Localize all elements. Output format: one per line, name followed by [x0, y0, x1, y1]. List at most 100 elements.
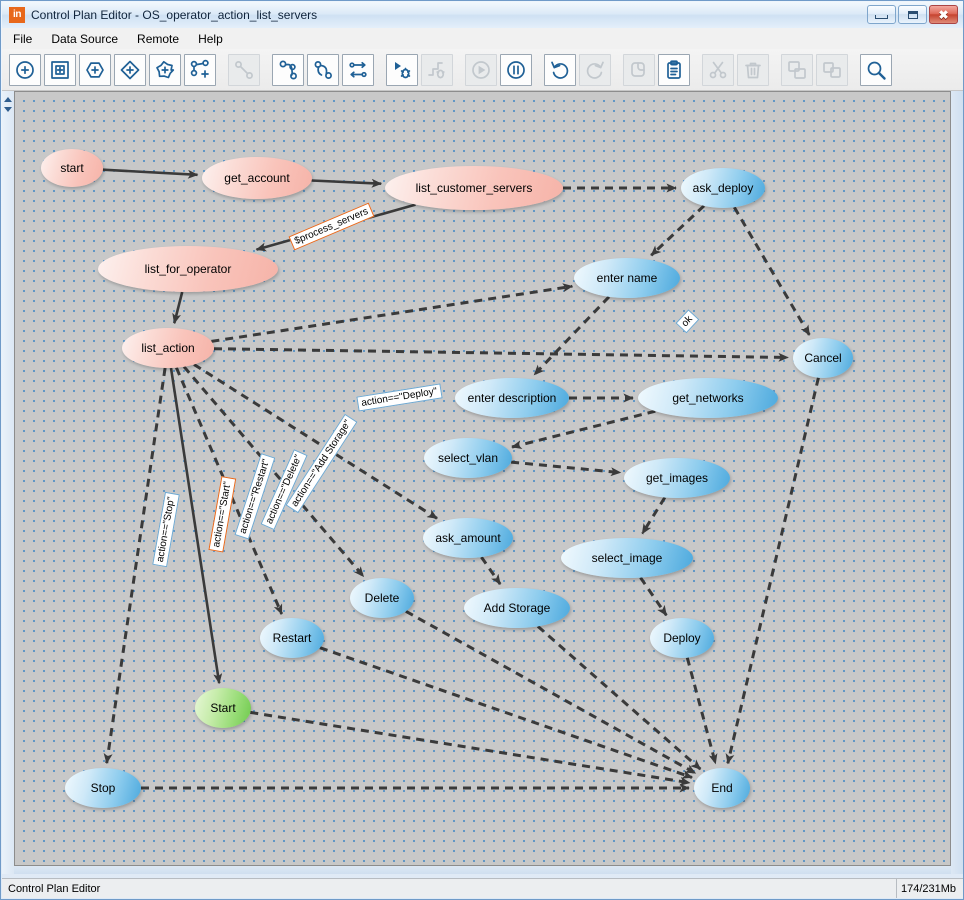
maximize-button[interactable]	[898, 5, 927, 24]
graph-node-get-account[interactable]: get_account	[202, 157, 312, 199]
graph-node-ask-amount[interactable]: ask_amount	[423, 518, 513, 558]
node-label: list_customer_servers	[415, 181, 533, 195]
graph-node-start[interactable]: start	[41, 149, 103, 187]
node-label: list_action	[141, 341, 195, 355]
graph-edge-list-for-operator-to-list-action[interactable]	[172, 291, 184, 325]
rail-collapse-handle[interactable]	[3, 95, 12, 125]
hexagon-plus-icon	[84, 59, 106, 81]
pause-button[interactable]	[500, 53, 532, 86]
close-button[interactable]: ✖	[929, 5, 958, 24]
play-button	[465, 53, 497, 86]
graph-edge-deploy-to-end[interactable]	[685, 657, 718, 765]
minimize-icon	[875, 15, 888, 19]
chevron-up-icon	[4, 97, 12, 102]
add-diamond-node-button[interactable]	[114, 53, 146, 86]
copy-icon	[628, 59, 650, 81]
graph-node-delete[interactable]: Delete	[350, 578, 414, 618]
graph-node-restart[interactable]: Restart	[260, 618, 324, 658]
node-label: Start	[210, 701, 236, 715]
undo-button[interactable]	[544, 53, 576, 86]
graph-node-get-images[interactable]: get_images	[624, 458, 730, 498]
graph-node-select-image[interactable]: select_image	[561, 538, 693, 578]
node-label: ask_amount	[435, 531, 501, 545]
run-debug-button[interactable]	[386, 53, 418, 86]
node-label: ask_deploy	[692, 181, 754, 195]
node-label: Restart	[272, 631, 312, 645]
graph-node-end[interactable]: End	[694, 768, 750, 808]
graph-edge-cancel-to-end[interactable]	[725, 377, 820, 765]
graph-node-enter-name[interactable]: enter name	[574, 258, 680, 298]
control-plan-graph: start get_account list_customer_serverslis…	[15, 92, 950, 865]
run-bug-icon	[391, 59, 413, 81]
graph-edge-ask-deploy-to-cancel[interactable]	[733, 206, 811, 336]
node-label: get_account	[224, 171, 290, 185]
graph-node-start-node[interactable]: Start	[195, 688, 251, 728]
add-curved-edge-button[interactable]	[307, 53, 339, 86]
add-cloud-node-button[interactable]	[149, 53, 181, 86]
group-button	[781, 53, 813, 86]
menu-item-data-source[interactable]: Data Source	[43, 30, 126, 48]
graph-edge-list-action-to-cancel[interactable]	[213, 347, 789, 362]
node-label: start	[60, 161, 84, 175]
toolbar-separator	[219, 54, 228, 86]
graph-edge-get-images-to-select-image[interactable]	[641, 496, 667, 535]
circle-plus-icon	[14, 59, 36, 81]
window-title: Control Plan Editor - OS_operator_action…	[31, 8, 318, 22]
trash-icon	[742, 59, 764, 81]
graph-edge-select-vlan-to-get-images[interactable]	[510, 460, 622, 477]
graph-node-list-action[interactable]: list_action	[122, 328, 214, 368]
toolbar-separator	[614, 54, 623, 86]
menu-item-help[interactable]: Help	[190, 30, 231, 48]
window-controls: ✖	[867, 5, 958, 24]
editor-canvas-area: start get_account list_customer_serverslis…	[2, 91, 963, 874]
paste-button[interactable]	[658, 53, 690, 86]
swap-direction-button[interactable]	[342, 53, 374, 86]
status-bar: Control Plan Editor 174/231Mb	[2, 878, 963, 898]
minimize-button[interactable]	[867, 5, 896, 24]
redo-button	[579, 53, 611, 86]
graph-node-list-for-operator[interactable]: list_for_operator	[98, 246, 278, 292]
graph-edge-ask-amount-to-add-storage[interactable]	[480, 556, 502, 585]
node-label: list_for_operator	[144, 262, 232, 276]
edge-icon	[233, 59, 255, 81]
node-label: select_image	[591, 551, 663, 565]
toolbar-separator	[851, 54, 860, 86]
graph-node-enter-description[interactable]: enter description	[455, 378, 569, 418]
title-bar[interactable]: in Control Plan Editor - OS_operator_act…	[2, 2, 963, 28]
step-debug-button	[421, 53, 453, 86]
add-hexagon-node-button[interactable]	[79, 53, 111, 86]
add-subgraph-button[interactable]	[184, 53, 216, 86]
step-bug-icon	[426, 59, 448, 81]
graph-node-cancel[interactable]: Cancel	[793, 338, 853, 378]
menu-item-remote[interactable]: Remote	[129, 30, 187, 48]
graph-node-list-customer-servers[interactable]: list_customer_servers	[385, 166, 563, 210]
graph-edge-enter-name-to-enter-description[interactable]	[533, 295, 611, 376]
delete-button	[737, 53, 769, 86]
graph-node-add-storage[interactable]: Add Storage	[464, 588, 570, 628]
graph-edge-start-node-to-end[interactable]	[250, 710, 691, 786]
graph-node-get-networks[interactable]: get_networks	[638, 378, 778, 418]
zoom-search-button[interactable]	[860, 53, 892, 86]
graph-node-deploy[interactable]: Deploy	[650, 618, 714, 658]
chevron-down-icon	[4, 107, 12, 112]
add-edge-button[interactable]	[272, 53, 304, 86]
graph-node-select-vlan[interactable]: select_vlan	[424, 438, 512, 478]
graph-edge-get-networks-to-select-vlan[interactable]	[511, 409, 656, 450]
application-window: in Control Plan Editor - OS_operator_act…	[0, 0, 964, 900]
graph-edge-start-to-get-account[interactable]	[102, 168, 199, 179]
graph-node-ask-deploy[interactable]: ask_deploy	[681, 168, 765, 208]
graph-node-stop[interactable]: Stop	[65, 768, 141, 808]
menu-item-file[interactable]: File	[5, 30, 40, 48]
curved-edge-icon	[312, 59, 334, 81]
graph-edge-select-image-to-deploy[interactable]	[639, 576, 668, 617]
add-circle-node-button[interactable]	[9, 53, 41, 86]
graph-edge-ask-deploy-to-enter-name[interactable]	[650, 204, 706, 257]
graph-canvas[interactable]: start get_account list_customer_serverslis…	[14, 91, 951, 866]
add-square-node-button[interactable]	[44, 53, 76, 86]
vertical-scrollbar[interactable]	[951, 91, 963, 874]
graph-edge-list-action-to-enter-name[interactable]	[211, 283, 574, 343]
graph-edge-get-account-to-list-customer-servers[interactable]	[311, 178, 383, 188]
group-shapes-icon	[786, 59, 808, 81]
clipboard-icon	[663, 59, 685, 81]
horizontal-scrollbar[interactable]	[14, 866, 951, 874]
